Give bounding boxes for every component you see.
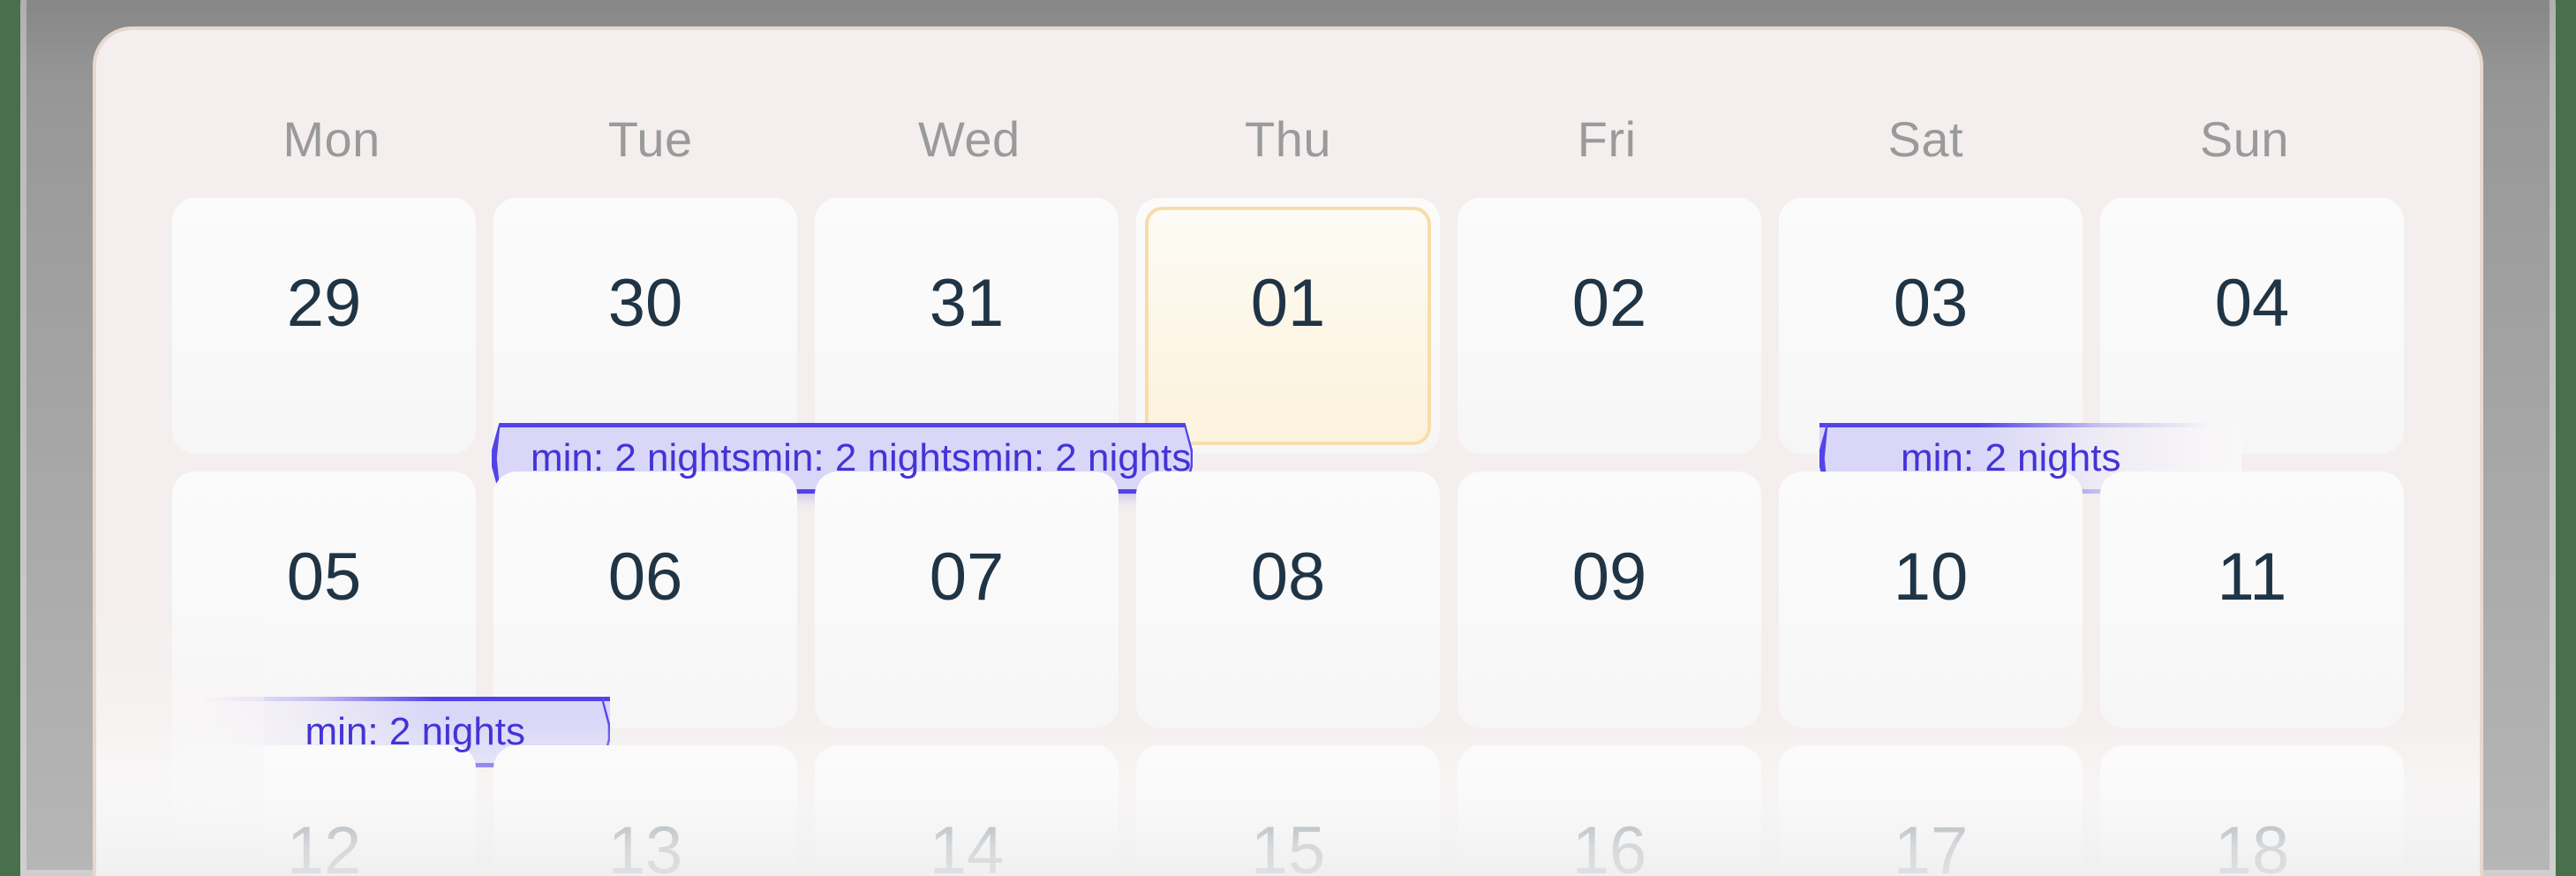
day-number: 16 [1571, 813, 1647, 876]
day-cell[interactable]: 05 [172, 472, 476, 728]
day-number: 30 [607, 266, 683, 341]
day-cell-selected[interactable]: 01 [1136, 198, 1440, 454]
day-cell[interactable]: 11 [2100, 472, 2404, 728]
min-stay-bar-label: min: 2 nights [970, 436, 1192, 480]
day-cell[interactable]: 06 [493, 472, 797, 728]
weekday-header-row: Mon Tue Wed Thu Fri Sat Sun [172, 115, 2404, 164]
day-number: 13 [607, 813, 683, 876]
day-number: 10 [1893, 540, 1969, 615]
day-number: 29 [286, 266, 362, 341]
day-number: 14 [929, 813, 1005, 876]
day-cell[interactable]: 16 [1457, 745, 1761, 876]
min-stay-bar-label: min: 2 nights [1901, 436, 2121, 480]
min-stay-bar-label: min: 2 nights [305, 710, 525, 753]
day-cell[interactable]: 10 [1779, 472, 2083, 728]
day-number: 07 [929, 540, 1005, 615]
day-number: 11 [2217, 540, 2287, 615]
day-number: 18 [2214, 813, 2290, 876]
weekday-label-mon: Mon [282, 111, 380, 167]
day-cell[interactable]: 31 [815, 198, 1119, 454]
day-number: 06 [607, 540, 683, 615]
day-cell[interactable]: 09 [1457, 472, 1761, 728]
day-number: 02 [1571, 266, 1647, 341]
week-row: 12 13 14 15 16 17 18 [172, 745, 2404, 876]
day-cell[interactable]: 08 [1136, 472, 1440, 728]
day-cell[interactable]: 04 [2100, 198, 2404, 454]
day-number: 03 [1893, 266, 1969, 341]
day-cell[interactable]: 03 [1779, 198, 2083, 454]
weekday-label-thu: Thu [1244, 111, 1331, 167]
day-number: 12 [286, 813, 362, 876]
day-cell[interactable]: 07 [815, 472, 1119, 728]
day-cell[interactable]: 14 [815, 745, 1119, 876]
desktop-background: Mon Tue Wed Thu Fri Sat Sun 29 30 31 01 … [0, 0, 2576, 876]
day-cell[interactable]: 29 [172, 198, 476, 454]
weekday-label-sat: Sat [1887, 111, 1964, 167]
day-number: 04 [2214, 266, 2290, 341]
day-number: 01 [1250, 266, 1326, 341]
weekday-label-wed: Wed [918, 111, 1021, 167]
calendar-grid: 29 30 31 01 02 03 04 min: 2 nights min: … [172, 198, 2404, 876]
week-row: 29 30 31 01 02 03 04 min: 2 nights min: … [172, 198, 2404, 494]
day-number: 15 [1250, 813, 1326, 876]
weekday-label-sun: Sun [2199, 111, 2289, 167]
day-cell[interactable]: 17 [1779, 745, 2083, 876]
day-number: 08 [1250, 540, 1326, 615]
weekday-label-fri: Fri [1577, 111, 1637, 167]
day-cell[interactable]: 30 [493, 198, 797, 454]
day-number: 17 [1893, 813, 1969, 876]
day-cell[interactable]: 15 [1136, 745, 1440, 876]
day-number: 05 [286, 540, 362, 615]
weekday-label-tue: Tue [607, 111, 693, 167]
day-cell[interactable]: 18 [2100, 745, 2404, 876]
day-number: 31 [929, 266, 1005, 341]
day-cell[interactable]: 12 [172, 745, 476, 876]
min-stay-bar-label: min: 2 nights [750, 436, 971, 480]
day-cell[interactable]: 13 [493, 745, 797, 876]
calendar-panel: Mon Tue Wed Thu Fri Sat Sun 29 30 31 01 … [93, 26, 2483, 876]
day-number: 09 [1571, 540, 1647, 615]
week-row: 05 06 07 08 09 10 11 min: 2 nights [172, 472, 2404, 767]
day-cell[interactable]: 02 [1457, 198, 1761, 454]
min-stay-bar-label: min: 2 nights [531, 436, 751, 480]
